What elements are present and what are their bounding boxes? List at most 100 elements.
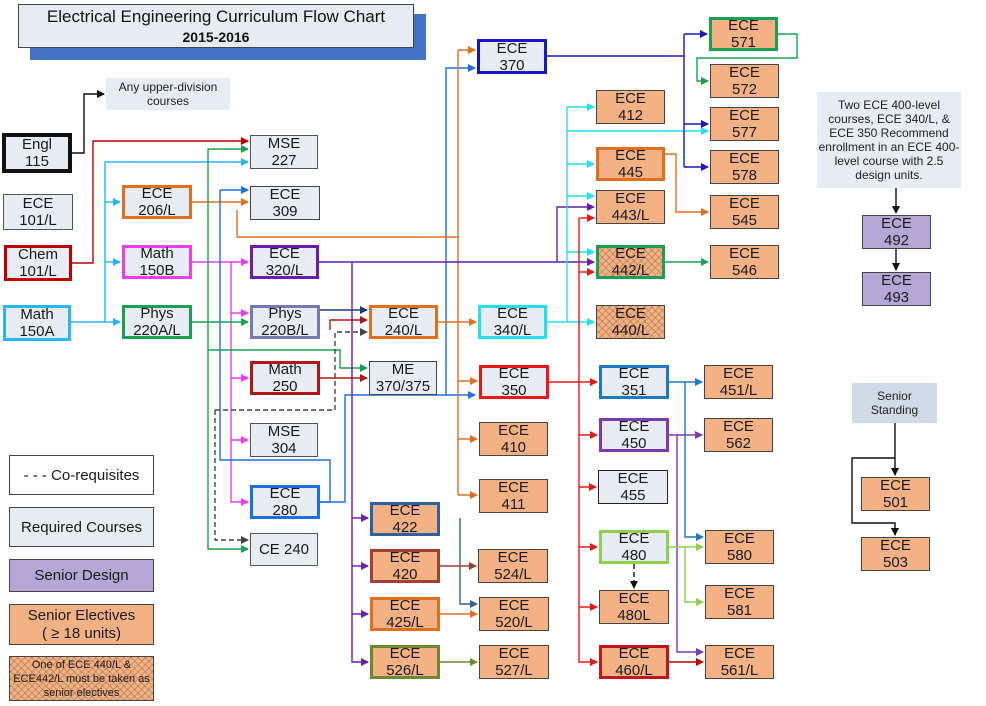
course-number: 571 <box>730 34 757 51</box>
course-number: 350 <box>501 382 527 399</box>
course-dept: ECE <box>724 585 755 602</box>
course-ece572: ECE 572 <box>710 64 779 98</box>
legend-one-of-440-442: One of ECE 440/L & ECE442/L must be take… <box>9 656 154 701</box>
course-dept: ECE <box>498 597 530 614</box>
arrow-ece480-ece581 <box>684 547 704 606</box>
course-dept: ECE <box>618 590 650 607</box>
course-engl115: Engl 115 <box>2 133 72 173</box>
course-ece455: ECE 455 <box>598 470 668 504</box>
course-number: 527/L <box>495 662 533 679</box>
legend-senior-electives-units: ( ≥ 18 units) <box>41 624 122 642</box>
course-ece309: ECE 309 <box>250 186 320 220</box>
legend-corequisites-label: - - - Co-requisites <box>23 466 140 484</box>
arrow-ece280-ece370 <box>445 64 476 395</box>
note-senior-standing: Senior Standing <box>852 383 937 423</box>
course-dept: ECE <box>729 245 760 262</box>
course-dept: ECE <box>618 365 650 382</box>
course-ece350: ECE 350 <box>479 365 549 399</box>
course-phys220b: Phys 220B/L <box>250 305 320 339</box>
course-ece420: ECE 420 <box>370 549 440 583</box>
course-mse227: MSE 227 <box>250 135 318 169</box>
course-number: 580 <box>726 547 753 564</box>
course-number: 460/L <box>615 662 653 679</box>
course-dept: ECE <box>269 245 300 262</box>
course-dept: ECE <box>729 150 760 167</box>
course-dept: ECE <box>728 17 759 34</box>
course-math150a: Math 150A <box>3 305 71 341</box>
course-ece442: ECE 442/L <box>596 245 665 279</box>
course-ece503: ECE 503 <box>861 537 930 571</box>
course-number: 351 <box>621 382 647 399</box>
arrow-ece320-ece443 <box>556 203 595 262</box>
course-number: 280 <box>272 502 298 519</box>
arrow-math150b-ece280 <box>230 262 249 506</box>
course-ece524: ECE 524/L <box>478 549 548 583</box>
course-dept: ECE <box>729 64 760 81</box>
course-dept: ECE <box>723 365 754 382</box>
course-ece545: ECE 545 <box>710 195 779 229</box>
arrow-math250-ece240 <box>329 316 368 330</box>
course-ece280: ECE 280 <box>250 485 320 519</box>
course-dept: MSE <box>267 423 301 440</box>
course-number: 455 <box>620 487 646 504</box>
course-ece425: ECE 425/L <box>370 597 440 631</box>
course-dept: ECE <box>498 422 529 439</box>
course-dept: ECE <box>618 645 650 662</box>
course-dept: ECE <box>729 107 760 124</box>
course-dept: ECE <box>389 502 421 519</box>
course-math150b: Math 150B <box>122 245 192 279</box>
course-ece451: ECE 451/L <box>704 365 773 399</box>
arrow-ece450-ece561 <box>676 435 704 656</box>
course-dept: Chem <box>17 246 58 263</box>
course-ece520: ECE 520/L <box>479 597 549 631</box>
course-dept: ECE <box>880 537 911 554</box>
course-number: 480 <box>621 547 647 564</box>
course-dept: ECE <box>617 470 649 487</box>
course-ece411: ECE 411 <box>479 479 548 513</box>
course-number: 240/L <box>384 322 423 339</box>
course-dept: ECE <box>497 549 529 566</box>
arrow-phys220a-mse227 <box>207 145 249 322</box>
course-dept: MSE <box>267 135 301 152</box>
course-number: 480L <box>617 607 651 624</box>
course-dept: ECE <box>880 477 911 494</box>
course-number: 420 <box>392 566 418 583</box>
line-ece320-trunk <box>351 262 369 666</box>
course-ece101: ECE 101/L <box>3 194 73 230</box>
course-ece501: ECE 501 <box>861 477 930 511</box>
course-ce240: CE 240 <box>250 533 318 566</box>
course-dept: ECE <box>388 305 419 322</box>
course-dept: ECE <box>498 645 530 662</box>
course-dept: ECE <box>615 305 646 322</box>
course-number: 150B <box>139 262 175 279</box>
arrow-coreq-ece240 <box>334 328 368 410</box>
arrow-ece340-ece412 <box>566 103 595 322</box>
course-dept: Phys <box>140 305 174 322</box>
course-number: 227 <box>271 152 297 169</box>
course-dept: ECE <box>615 147 646 164</box>
course-chem101: Chem 101/L <box>4 245 72 281</box>
course-number: 220B/L <box>261 322 309 339</box>
arrow-phys220a-ce240 <box>207 322 249 553</box>
course-number: 503 <box>882 554 909 571</box>
course-ece443: ECE 443/L <box>596 190 665 224</box>
course-dept: ECE <box>269 485 301 502</box>
course-ece422: ECE 422 <box>370 502 440 536</box>
chart-title: Electrical Engineering Curriculum Flow C… <box>46 7 386 26</box>
course-dept: ECE <box>729 195 760 212</box>
course-number: 561/L <box>720 662 759 679</box>
course-number: 410 <box>500 439 527 456</box>
arrow-ece422-ece520 <box>459 518 478 608</box>
course-number: 562 <box>725 435 752 452</box>
course-number: 581 <box>726 602 753 619</box>
course-ece450: ECE 450 <box>599 418 669 452</box>
course-dept: Math <box>268 361 302 378</box>
course-number: 411 <box>501 496 526 513</box>
course-number: 572 <box>731 81 758 98</box>
course-ece480l: ECE 480L <box>599 590 669 624</box>
course-number: 150A <box>19 323 55 340</box>
course-dept: CE 240 <box>258 541 310 558</box>
course-number: 101/L <box>19 263 57 280</box>
course-number: 250 <box>272 378 298 395</box>
arrow-ece351-ece580 <box>684 382 704 541</box>
